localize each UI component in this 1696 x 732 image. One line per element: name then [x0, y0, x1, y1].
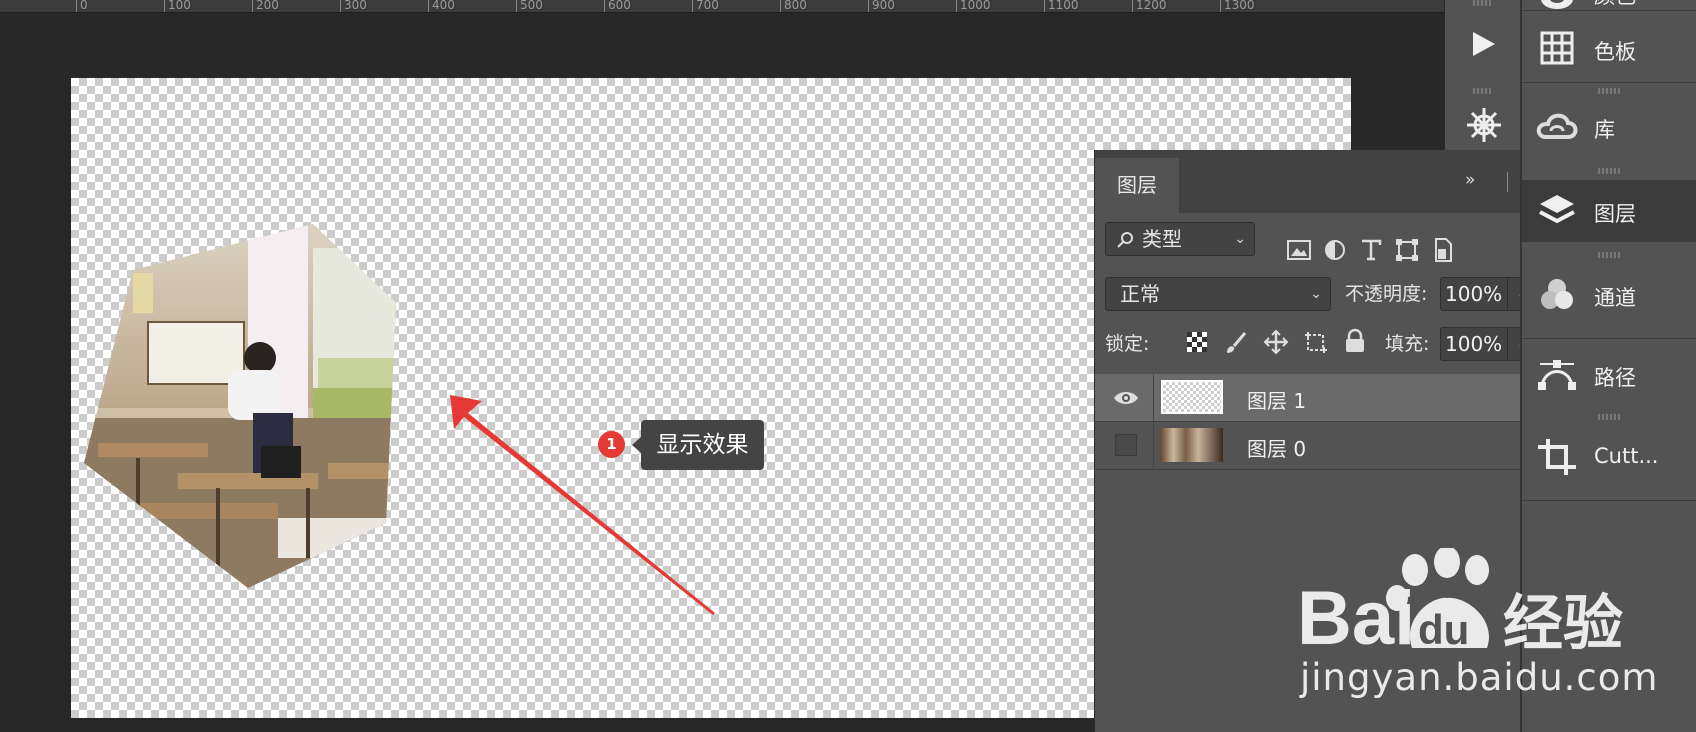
dock-item-label: 通道	[1594, 286, 1636, 310]
crop-icon	[1538, 439, 1576, 475]
ruler-tick: 700	[692, 0, 719, 12]
dock-item-label: 图层	[1594, 202, 1636, 226]
dock-divider	[1522, 10, 1696, 11]
layers-panel-tabbar: 图层 »	[1095, 150, 1561, 213]
tabbar-divider	[1507, 172, 1508, 192]
hexagon-clipped-photo	[84, 224, 396, 588]
image-filter-icon[interactable]	[1285, 236, 1313, 264]
dock-grip[interactable]	[1598, 252, 1620, 258]
dock-item-channels[interactable]: 通道	[1522, 264, 1696, 326]
chevron-down-icon: ⌄	[1234, 231, 1246, 247]
layer-thumbnail[interactable]	[1161, 428, 1223, 462]
paths-icon	[1538, 360, 1576, 390]
layer-name[interactable]: 图层 1	[1247, 385, 1306, 414]
ruler-tick: 200	[252, 0, 279, 12]
layers-icon	[1539, 195, 1575, 224]
ruler-tick: 1100	[1044, 0, 1079, 12]
blend-mode-value: 正常	[1120, 282, 1160, 306]
layer-filter-dropdown[interactable]: 类型 ⌄	[1105, 222, 1255, 256]
dock-grip[interactable]	[1598, 168, 1620, 174]
color-wheel-icon	[1541, 0, 1573, 9]
ruler-tick: 400	[428, 0, 455, 12]
row-divider	[1153, 422, 1154, 470]
dock-divider	[1522, 500, 1696, 501]
dock-item-cutt[interactable]: Cutt...	[1522, 426, 1696, 488]
layer-filter-value: 类型	[1142, 227, 1182, 251]
dock-item-libraries[interactable]: 库	[1522, 96, 1696, 158]
dock-item-label: 库	[1594, 118, 1615, 142]
annotation-callout: 显示效果	[632, 420, 764, 470]
ruler-tick: 600	[604, 0, 631, 12]
horizontal-ruler: 0 100 200 300 400 500 600 700 800 900 10…	[0, 0, 1444, 13]
tab-layers[interactable]: 图层	[1095, 158, 1179, 213]
dock-grip[interactable]	[1473, 0, 1493, 6]
blend-mode-dropdown[interactable]: 正常 ⌄	[1105, 277, 1331, 311]
type-filter-icon[interactable]	[1357, 236, 1385, 264]
watermark-mid: du	[1418, 606, 1469, 653]
layer-name[interactable]: 图层 0	[1247, 433, 1306, 462]
annotation-number-badge: 1	[598, 431, 625, 458]
ruler-tick: 0	[76, 0, 88, 12]
dock-grip[interactable]	[1598, 414, 1620, 420]
watermark-suffix: 经验	[1503, 589, 1623, 658]
visibility-toggle[interactable]	[1115, 434, 1137, 456]
adjustment-filter-icon[interactable]	[1321, 236, 1349, 264]
dock-item-paths[interactable]: 路径	[1522, 344, 1696, 406]
dock-grip[interactable]	[1473, 88, 1493, 94]
ruler-tick: 1300	[1220, 0, 1255, 12]
collapse-panel-icon[interactable]: »	[1465, 170, 1475, 190]
ruler-tick: 500	[516, 0, 543, 12]
swatches-icon	[1540, 31, 1574, 65]
dock-divider	[1522, 82, 1696, 83]
layer-row[interactable]: 图层 0	[1095, 422, 1528, 470]
creative-cloud-libraries-icon	[1536, 113, 1578, 139]
ruler-tick: 1000	[956, 0, 991, 12]
panel-dock-icons	[1444, 0, 1520, 150]
row-divider	[1153, 374, 1154, 422]
lock-label: 锁定:	[1105, 333, 1150, 355]
brush-settings-icon[interactable]	[1465, 106, 1503, 144]
ruler-tick: 800	[780, 0, 807, 12]
watermark-brand: Bai	[1297, 576, 1415, 658]
lock-position-icon[interactable]	[1263, 329, 1289, 355]
watermark-domain: jingyan.baidu.com	[1300, 656, 1659, 699]
dock-item-label: 色板	[1594, 40, 1636, 64]
ruler-tick: 1200	[1132, 0, 1167, 12]
opacity-label: 不透明度:	[1345, 283, 1428, 305]
dock-item-layers[interactable]: 图层	[1522, 180, 1696, 242]
search-icon	[1117, 232, 1133, 248]
lock-all-icon[interactable]	[1343, 328, 1367, 354]
lock-image-pixels-icon[interactable]	[1223, 330, 1249, 356]
opacity-value: 100%	[1445, 282, 1503, 306]
channels-icon	[1541, 279, 1573, 309]
dock-divider	[1522, 338, 1696, 339]
layer-thumbnail[interactable]	[1161, 380, 1223, 414]
eye-icon[interactable]	[1113, 388, 1139, 408]
chevron-down-icon: ⌄	[1310, 286, 1322, 302]
layer-row[interactable]: 图层 1	[1095, 374, 1528, 422]
photoshop-window: { "ruler": { "ticks": ["0","100","200","…	[0, 0, 1696, 732]
baidu-jingyan-watermark: Bai du 经验 jingyan.baidu.com	[1297, 548, 1696, 732]
dock-item-swatches[interactable]: 色板	[1522, 18, 1696, 80]
ruler-tick: 300	[340, 0, 367, 12]
play-icon[interactable]	[1469, 30, 1497, 58]
baidu-paw-logo: Bai du 经验	[1297, 548, 1623, 658]
shape-filter-icon[interactable]	[1393, 236, 1421, 264]
ruler-tick: 900	[868, 0, 895, 12]
fill-value: 100%	[1445, 332, 1503, 356]
dock-item-label: 路径	[1594, 366, 1636, 390]
dock-grip[interactable]	[1598, 88, 1620, 94]
smart-object-filter-icon[interactable]	[1429, 236, 1457, 264]
dock-item-label: 颜色	[1594, 0, 1636, 10]
lock-transparent-pixels-icon[interactable]	[1185, 330, 1209, 354]
lock-artboard-icon[interactable]	[1303, 329, 1329, 355]
ruler-tick: 100	[164, 0, 191, 12]
dock-item-label: Cutt...	[1594, 444, 1659, 468]
fill-label: 填充:	[1385, 333, 1430, 355]
